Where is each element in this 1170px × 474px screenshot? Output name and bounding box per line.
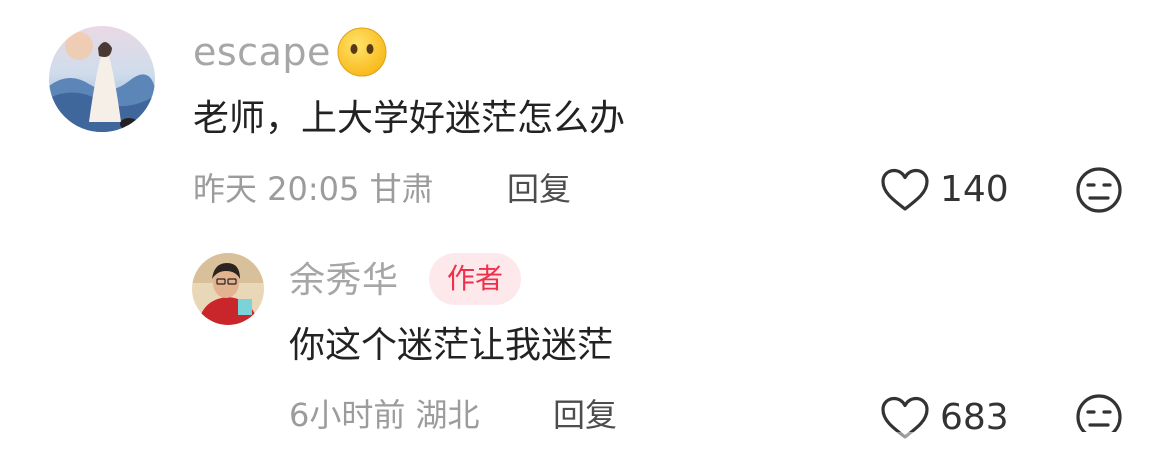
reply-reply-button[interactable]: 回复 — [553, 395, 617, 435]
author-badge: 作者 — [429, 253, 522, 305]
bottom-fade-overlay — [840, 432, 1170, 474]
comment-reply-button[interactable]: 回复 — [507, 169, 571, 209]
commenter-username[interactable]: escape — [193, 30, 331, 74]
reply-meta: 6小时前 湖北 — [289, 395, 480, 435]
comment-location: 甘肃 — [369, 170, 434, 208]
neutral-face-icon — [1076, 167, 1122, 213]
comment-like-button[interactable]: 140 — [880, 165, 1009, 215]
no-mouth-emoji-icon — [337, 27, 387, 77]
reply-location: 湖北 — [415, 396, 480, 434]
comment-text: 老师，上大学好迷茫怎么办 — [193, 98, 626, 139]
reply-avatar[interactable] — [192, 253, 264, 325]
comment-meta: 昨天 20:05 甘肃 — [193, 169, 434, 209]
commenter-avatar[interactable] — [49, 26, 155, 132]
reply-text: 你这个迷茫让我迷茫 — [289, 325, 614, 366]
comment-time: 昨天 20:05 — [193, 170, 360, 208]
heart-outline-icon — [880, 168, 930, 212]
comment-dislike-button[interactable] — [1075, 166, 1123, 214]
reply-username[interactable]: 余秀华 — [289, 259, 399, 303]
comment-like-count: 140 — [940, 169, 1009, 210]
reply-time: 6小时前 — [289, 396, 406, 434]
